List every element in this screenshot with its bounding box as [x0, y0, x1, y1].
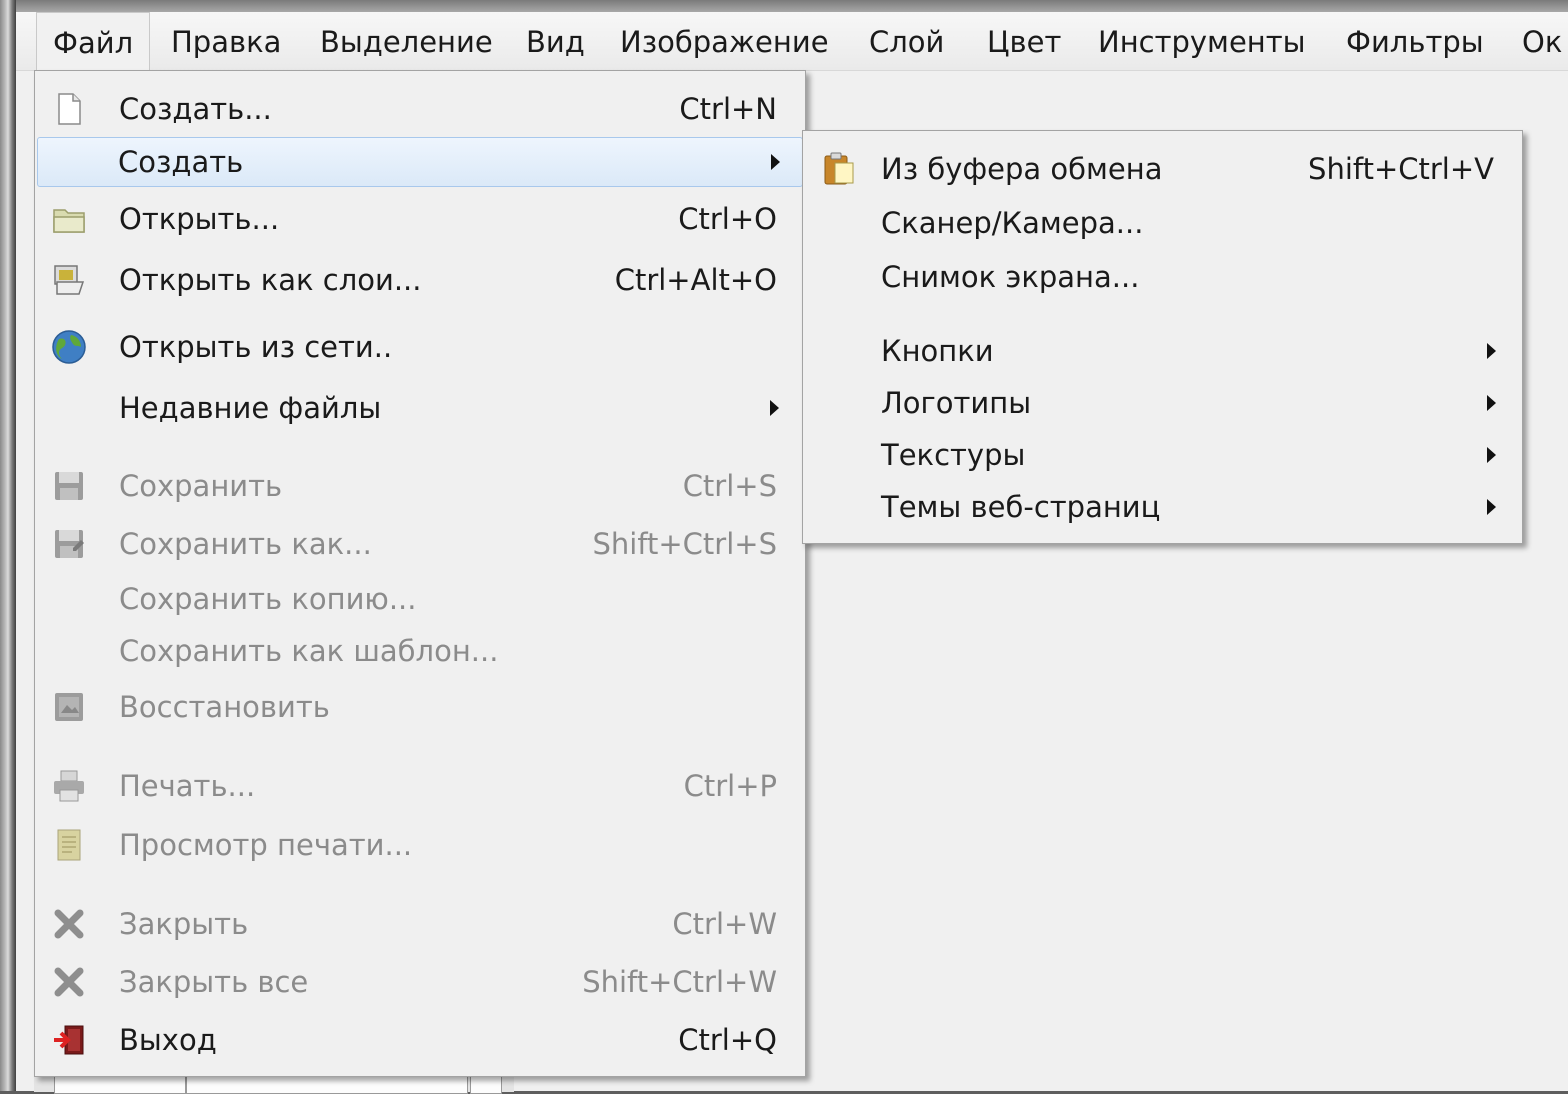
- gimp-window: Файл Правка Выделение Вид Изображение Сл…: [16, 12, 1568, 1094]
- close-icon: [54, 909, 84, 939]
- submenu-arrow-icon: [771, 154, 780, 170]
- menu-item-new[interactable]: Создать... Ctrl+N: [37, 83, 803, 135]
- save-as-icon: [55, 530, 84, 558]
- exit-icon: [54, 1025, 84, 1055]
- open-folder-icon: [53, 209, 85, 233]
- menu-item-label: Просмотр печати...: [119, 828, 413, 862]
- submenu-arrow-icon: [770, 400, 779, 416]
- menu-item-quit[interactable]: Выход Ctrl+Q: [37, 1014, 803, 1066]
- menu-item-shortcut: Ctrl+Alt+O: [614, 263, 777, 297]
- printer-icon: [54, 770, 84, 802]
- menu-item-shortcut: Ctrl+P: [683, 769, 777, 803]
- menu-item-shortcut: Shift+Ctrl+S: [592, 527, 777, 561]
- menu-item-label: Закрыть все: [119, 965, 309, 999]
- menu-select[interactable]: Выделение: [320, 12, 493, 70]
- menu-item-close-all[interactable]: Закрыть все Shift+Ctrl+W: [37, 956, 803, 1008]
- submenu-item-screenshot[interactable]: Снимок экрана...: [805, 251, 1520, 303]
- menu-item-label: Сканер/Камера...: [881, 206, 1144, 240]
- menubar: Файл Правка Выделение Вид Изображение Сл…: [16, 12, 1568, 71]
- menu-item-label: Сохранить как шаблон...: [119, 634, 499, 668]
- submenu-item-scanner[interactable]: Сканер/Камера...: [805, 197, 1520, 249]
- menu-item-shortcut: Ctrl+Q: [678, 1023, 777, 1057]
- menu-item-open-as-layers[interactable]: Открыть как слои... Ctrl+Alt+O: [37, 254, 803, 306]
- submenu-arrow-icon: [1487, 343, 1496, 359]
- close-all-icon: [54, 967, 84, 997]
- menu-item-print[interactable]: Печать... Ctrl+P: [37, 760, 803, 812]
- menu-file[interactable]: Файл: [36, 12, 151, 71]
- menu-item-shortcut: Ctrl+W: [672, 907, 777, 941]
- menu-colors[interactable]: Цвет: [987, 12, 1061, 70]
- menu-item-label: Открыть...: [119, 202, 280, 236]
- submenu-item-buttons[interactable]: Кнопки: [805, 325, 1520, 377]
- open-as-layers-icon: [54, 265, 85, 295]
- menu-item-create[interactable]: Создать: [37, 137, 803, 187]
- menu-item-label: Недавние файлы: [119, 391, 382, 425]
- menu-item-label: Сохранить: [119, 469, 283, 503]
- menu-item-close[interactable]: Закрыть Ctrl+W: [37, 898, 803, 950]
- submenu-arrow-icon: [1487, 447, 1496, 463]
- panel-cell: [470, 1075, 502, 1094]
- paste-icon: [824, 152, 854, 185]
- menu-item-open[interactable]: Открыть... Ctrl+O: [37, 193, 803, 245]
- menu-item-open-location[interactable]: Открыть из сети..: [37, 321, 803, 373]
- submenu-arrow-icon: [1487, 499, 1496, 515]
- menu-item-shortcut: Ctrl+N: [679, 92, 777, 126]
- menu-item-label: Темы веб-страниц: [881, 490, 1161, 524]
- menu-item-label: Открыть как слои...: [119, 263, 422, 297]
- menu-item-recent[interactable]: Недавние файлы: [37, 382, 803, 434]
- menu-item-save-copy[interactable]: Сохранить копию...: [37, 573, 803, 625]
- menu-item-label: Выход: [119, 1023, 217, 1057]
- menu-item-print-preview[interactable]: Просмотр печати...: [37, 819, 803, 871]
- create-submenu: Из буфера обмена Shift+Ctrl+V Сканер/Кам…: [802, 130, 1523, 544]
- menu-item-shortcut: Ctrl+S: [682, 469, 777, 503]
- menu-item-label: Создать...: [119, 92, 272, 126]
- panel-cell: [186, 1075, 468, 1094]
- print-preview-icon: [57, 829, 81, 861]
- menu-item-save[interactable]: Сохранить Ctrl+S: [37, 460, 803, 512]
- new-document-icon: [58, 93, 81, 125]
- menu-item-shortcut: Shift+Ctrl+W: [582, 965, 777, 999]
- submenu-item-logos[interactable]: Логотипы: [805, 377, 1520, 429]
- menu-item-save-as[interactable]: Сохранить как... Shift+Ctrl+S: [37, 518, 803, 570]
- submenu-item-patterns[interactable]: Текстуры: [805, 429, 1520, 481]
- submenu-item-from-clipboard[interactable]: Из буфера обмена Shift+Ctrl+V: [805, 143, 1520, 195]
- menu-item-shortcut: Shift+Ctrl+V: [1308, 152, 1494, 186]
- submenu-item-web-themes[interactable]: Темы веб-страниц: [805, 481, 1520, 533]
- menu-item-label: Закрыть: [119, 907, 249, 941]
- menu-item-label: Открыть из сети..: [119, 330, 393, 364]
- file-menu: Создать... Ctrl+N Создать Открыть... Ctr…: [34, 70, 806, 1077]
- window-left-border: [0, 0, 16, 1091]
- menu-filters[interactable]: Фильтры: [1346, 12, 1484, 70]
- menu-item-label: Печать...: [119, 769, 256, 803]
- globe-icon: [52, 330, 86, 364]
- menu-item-label: Из буфера обмена: [881, 152, 1163, 186]
- panel-cell: [54, 1075, 186, 1094]
- menu-item-label: Снимок экрана...: [881, 260, 1140, 294]
- menu-item-label: Кнопки: [881, 334, 994, 368]
- window-top-edge: [0, 0, 1568, 12]
- menu-item-label: Восстановить: [119, 690, 330, 724]
- menu-tools[interactable]: Инструменты: [1098, 12, 1306, 70]
- submenu-arrow-icon: [1487, 395, 1496, 411]
- menu-item-label: Создать: [118, 145, 244, 179]
- menu-windows[interactable]: Ок: [1522, 12, 1562, 70]
- menu-item-label: Текстуры: [881, 438, 1026, 472]
- menu-item-label: Сохранить копию...: [119, 582, 417, 616]
- menu-layer[interactable]: Слой: [869, 12, 944, 70]
- menu-item-save-template[interactable]: Сохранить как шаблон...: [37, 625, 803, 677]
- menu-image[interactable]: Изображение: [620, 12, 829, 70]
- menu-edit[interactable]: Правка: [171, 12, 281, 70]
- revert-icon: [55, 693, 83, 721]
- menu-view[interactable]: Вид: [526, 12, 585, 70]
- menu-item-shortcut: Ctrl+O: [678, 202, 777, 236]
- menu-item-revert[interactable]: Восстановить: [37, 681, 803, 733]
- menu-item-label: Сохранить как...: [119, 527, 372, 561]
- save-icon: [55, 472, 83, 500]
- menu-item-label: Логотипы: [881, 386, 1032, 420]
